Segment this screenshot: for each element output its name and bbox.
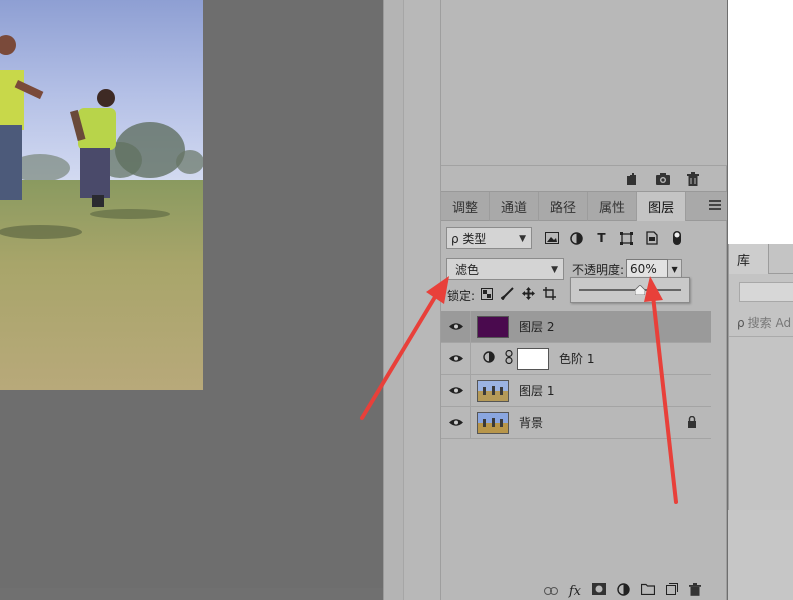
library-search[interactable]: ρ 搜索 Ad <box>737 314 791 331</box>
delete-layer-icon[interactable] <box>689 582 701 600</box>
new-layer-icon[interactable] <box>666 583 678 599</box>
layer-name: 背景 <box>519 416 544 430</box>
lock-icon <box>687 415 697 431</box>
tab-libraries[interactable]: 库 <box>729 244 769 274</box>
chevron-down-icon: ▼ <box>519 234 526 244</box>
pixel-layer-filter-icon[interactable] <box>544 231 559 246</box>
panel-dock-gutter <box>383 0 403 600</box>
layer-row-layer-2[interactable]: 图层 2 <box>441 310 711 343</box>
empty-panel-area <box>728 510 793 600</box>
new-snapshot-icon[interactable] <box>625 171 641 187</box>
tab-divider <box>769 273 793 274</box>
shape-layer-filter-icon[interactable] <box>619 231 634 246</box>
adjustment-layer-filter-icon[interactable] <box>569 231 584 246</box>
camera-icon[interactable] <box>655 171 671 187</box>
new-group-folder-icon[interactable] <box>640 583 656 599</box>
upper-panel-toolbar <box>441 165 727 191</box>
tab-adjustments[interactable]: 调整 <box>441 192 491 221</box>
collapsed-panel-strip <box>403 0 441 600</box>
layer-row-layer-1[interactable]: 图层 1 <box>441 374 711 407</box>
layer-mask-thumbnail[interactable] <box>517 347 549 370</box>
layer-filter-row: ρ 类型 ▼ T <box>441 222 727 254</box>
search-icon: ρ <box>737 315 745 330</box>
trash-icon[interactable] <box>685 171 701 187</box>
filter-kind-select[interactable]: ρ 类型 ▼ <box>446 227 532 249</box>
blend-mode-select[interactable]: 滤色 ▼ <box>446 258 564 280</box>
layer-thumbnail <box>477 411 509 434</box>
opacity-input[interactable]: 60% <box>626 259 669 279</box>
lock-transparent-pixels-icon[interactable] <box>481 287 494 303</box>
canvas-scrollbar[interactable] <box>0 588 383 600</box>
panel-menu-icon[interactable] <box>709 200 721 212</box>
opacity-dropdown-button[interactable]: ▼ <box>668 259 683 279</box>
lock-artboard-icon[interactable] <box>543 287 557 303</box>
tab-channels[interactable]: 通道 <box>490 192 540 221</box>
layer-row-levels-1[interactable]: 色阶 1 <box>441 342 711 375</box>
libraries-panel: 库 ρ 搜索 Ad <box>728 244 793 510</box>
opacity-slider-track[interactable] <box>579 289 681 291</box>
document-image[interactable] <box>0 0 203 390</box>
new-adjustment-layer-icon[interactable] <box>617 582 630 600</box>
lock-image-pixels-icon[interactable] <box>500 287 514 303</box>
visibility-eye-icon[interactable] <box>441 374 471 407</box>
chevron-down-icon: ▼ <box>551 265 558 275</box>
link-layers-icon[interactable] <box>543 584 558 599</box>
layers-bottom-toolbar: fx <box>441 582 727 600</box>
smart-object-filter-icon[interactable] <box>644 231 659 246</box>
chevron-down-icon: ▼ <box>671 264 678 274</box>
type-layer-filter-icon[interactable]: T <box>594 231 609 246</box>
chain-link-icon[interactable] <box>505 349 513 367</box>
library-search-placeholder: 搜索 Ad <box>747 316 792 330</box>
visibility-eye-icon[interactable] <box>441 342 471 375</box>
opacity-label: 不透明度: <box>572 262 625 277</box>
layer-list: 图层 2 色阶 1 图层 1 背景 <box>441 310 711 439</box>
opacity-value: 60% <box>630 262 657 276</box>
library-select[interactable] <box>739 282 793 302</box>
panel-tab-bar: 调整 通道 路径 属性 图层 <box>441 191 727 221</box>
tab-layers[interactable]: 图层 <box>637 192 687 221</box>
layer-thumbnail <box>477 379 509 402</box>
layer-name: 图层 1 <box>519 384 555 398</box>
upper-panel-area <box>441 0 727 165</box>
visibility-eye-icon[interactable] <box>441 310 471 343</box>
layers-panel: 调整 通道 路径 属性 图层 ρ 类型 ▼ T 滤色 ▼ 不透明度: 60% ▼… <box>441 0 727 600</box>
blend-mode-value: 滤色 <box>455 262 480 277</box>
filter-toggle-icon[interactable] <box>669 231 684 246</box>
visibility-eye-icon[interactable] <box>441 406 471 439</box>
color-panel-area[interactable] <box>728 0 793 244</box>
divider <box>729 336 793 337</box>
tab-properties[interactable]: 属性 <box>588 192 638 221</box>
layer-name: 色阶 1 <box>559 352 595 366</box>
tab-paths[interactable]: 路径 <box>539 192 589 221</box>
canvas-area[interactable] <box>0 0 383 600</box>
add-mask-icon[interactable] <box>592 583 606 599</box>
filter-kind-label: ρ 类型 <box>451 231 487 246</box>
libraries-tab-label: 库 <box>737 253 751 269</box>
opacity-slider-thumb[interactable] <box>634 284 646 296</box>
opacity-slider-popup <box>570 277 690 303</box>
adjustment-layer-icon <box>483 351 495 366</box>
layer-thumbnail <box>477 315 509 338</box>
layer-row-background[interactable]: 背景 <box>441 406 711 439</box>
lock-label: 锁定: <box>447 288 476 303</box>
lock-position-icon[interactable] <box>522 287 536 303</box>
layer-name: 图层 2 <box>519 320 555 334</box>
layer-style-fx-icon[interactable]: fx <box>569 584 581 599</box>
